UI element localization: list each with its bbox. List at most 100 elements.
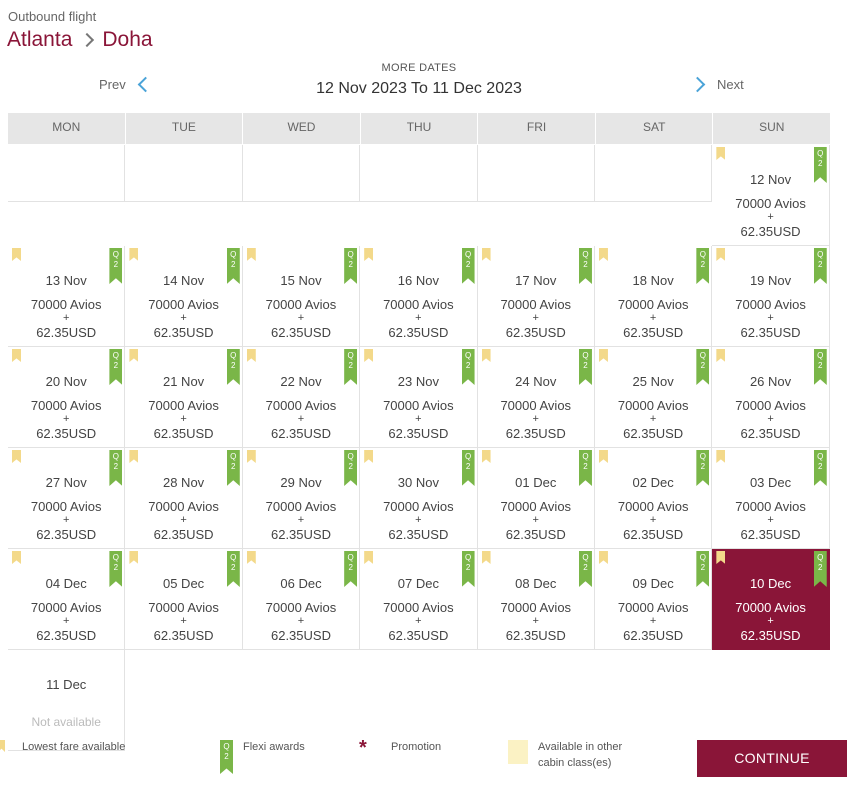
calendar-day-cell[interactable]: 15 Nov Q 2 70000 Avios +62.35USD (242, 246, 361, 347)
day-date: 04 Dec (45, 576, 87, 591)
day-date: 19 Nov (749, 273, 792, 288)
lowest-fare-icon (716, 450, 726, 463)
calendar-day-cell[interactable]: 19 Nov Q 2 70000 Avios +62.35USD (712, 246, 830, 347)
fare-plus: + (415, 413, 422, 425)
fare-plus: + (297, 312, 305, 324)
lowest-fare-icon (129, 551, 139, 564)
lowest-fare-icon (12, 450, 21, 463)
next-label: Next (717, 77, 744, 92)
calendar-day-cell[interactable]: 26 Nov Q 2 70000 Avios +62.35USD (712, 347, 830, 448)
fare-avios: 70000 Avios (30, 499, 102, 514)
day-date: 25 Nov (632, 374, 674, 389)
fare-usd: 62.35USD (153, 325, 214, 340)
flight-direction-label: Outbound flight (8, 9, 97, 24)
calendar-day-cell[interactable]: 13 Nov Q 2 70000 Avios +62.35USD (8, 246, 126, 347)
legend-flexi-label: Flexi awards (243, 741, 305, 753)
day-date: 08 Dec (515, 576, 557, 591)
fare-avios: 70000 Avios (265, 297, 337, 312)
chevron-right-icon (689, 76, 706, 93)
day-date: 13 Nov (45, 273, 87, 288)
fare-usd: 62.35USD (740, 224, 801, 239)
lowest-fare-icon (598, 248, 608, 261)
fare-usd: 62.35USD (36, 426, 97, 441)
lowest-fare-icon (246, 349, 256, 362)
fare-plus: + (180, 615, 187, 627)
lowest-fare-icon (246, 248, 256, 261)
weekday-tue: TUE (126, 113, 244, 144)
fare-usd: 62.35USD (505, 325, 566, 340)
fare-usd: 62.35USD (270, 325, 331, 340)
lowest-fare-icon (129, 450, 139, 463)
weekday-wed: WED (243, 113, 361, 144)
lowest-fare-icon (716, 349, 726, 362)
day-date: 14 Nov (162, 273, 205, 288)
calendar-day-cell[interactable]: 16 Nov Q 2 70000 Avios +62.35USD (360, 246, 478, 347)
fare-avios: 70000 Avios (500, 297, 572, 312)
fare-avios: 70000 Avios (500, 600, 572, 615)
calendar-day-cell[interactable]: 01 Dec Q 2 70000 Avios +62.35USD (477, 448, 595, 549)
fare-usd: 62.35USD (623, 325, 684, 340)
calendar-day-cell[interactable]: 03 Dec Q 2 70000 Avios +62.35USD (712, 448, 830, 549)
fare-plus: + (767, 312, 774, 324)
calendar-day-cell[interactable]: 04 Dec Q 2 70000 Avios +62.35USD (8, 549, 126, 650)
day-date: 29 Nov (280, 475, 322, 490)
fare-avios: 70000 Avios (617, 297, 689, 312)
fare-plus: + (649, 413, 657, 425)
route-title: Atlanta Doha (7, 28, 153, 52)
calendar-day-cell[interactable]: 24 Nov Q 2 70000 Avios +62.35USD (477, 347, 595, 448)
fare-usd: 62.35USD (623, 527, 684, 542)
calendar-day-cell[interactable]: 06 Dec Q 2 70000 Avios +62.35USD (242, 549, 361, 650)
fare-usd: 62.35USD (388, 426, 449, 441)
calendar-day-cell[interactable]: 12 Nov Q 2 70000 Avios +62.35USD (712, 145, 830, 246)
calendar-day-cell[interactable]: 25 Nov Q 2 70000 Avios +62.35USD (594, 347, 713, 448)
day-date: 05 Dec (162, 576, 205, 591)
fare-usd: 62.35USD (270, 628, 331, 643)
fare-plus: + (649, 312, 657, 324)
calendar-day-cell[interactable]: 21 Nov Q 2 70000 Avios +62.35USD (125, 347, 243, 448)
calendar-day-cell[interactable]: 02 Dec Q 2 70000 Avios +62.35USD (594, 448, 713, 549)
calendar-day-cell[interactable]: 28 Nov Q 2 70000 Avios +62.35USD (125, 448, 243, 549)
lowest-fare-icon (129, 248, 139, 261)
lowest-fare-icon (364, 450, 374, 463)
calendar-day-cell[interactable]: 14 Nov Q 2 70000 Avios +62.35USD (125, 246, 243, 347)
fare-usd: 62.35USD (623, 426, 684, 441)
day-date: 03 Dec (749, 475, 792, 490)
fare-avios: 70000 Avios (148, 398, 219, 413)
legend-cabin-line1: Available in other (538, 741, 623, 753)
lowest-fare-icon (129, 349, 139, 362)
calendar-day-cell[interactable]: 08 Dec Q 2 70000 Avios +62.35USD (477, 549, 595, 650)
calendar-day-cell[interactable]: 27 Nov Q 2 70000 Avios +62.35USD (8, 448, 126, 549)
fare-plus: + (532, 514, 539, 526)
calendar-day-cell[interactable]: 23 Nov Q 2 70000 Avios +62.35USD (360, 347, 478, 448)
calendar-day-cell[interactable]: 22 Nov Q 2 70000 Avios +62.35USD (242, 347, 361, 448)
lowest-fare-icon (598, 450, 608, 463)
calendar-day-cell[interactable]: 30 Nov Q 2 70000 Avios +62.35USD (360, 448, 478, 549)
calendar-day-cell[interactable]: 10 Dec Q 2 70000 Avios +62.35USD (712, 549, 830, 650)
fare-plus: + (415, 615, 422, 627)
day-date: 12 Nov (749, 172, 792, 187)
calendar-blank-cell (594, 650, 713, 751)
calendar-empty-cell (360, 145, 478, 202)
continue-button[interactable]: CONTINUE (697, 740, 847, 777)
calendar-day-cell[interactable]: 05 Dec Q 2 70000 Avios +62.35USD (125, 549, 243, 650)
calendar-day-cell[interactable]: 20 Nov Q 2 70000 Avios +62.35USD (8, 347, 126, 448)
calendar-day-cell[interactable]: 09 Dec Q 2 70000 Avios +62.35USD (594, 549, 713, 650)
fare-avios: 70000 Avios (383, 398, 454, 413)
fare-avios: 70000 Avios (500, 499, 572, 514)
next-button[interactable]: Next (689, 76, 744, 93)
calendar-blank-cell (242, 650, 361, 751)
fare-plus: + (649, 514, 657, 526)
other-cabin-icon (508, 740, 528, 764)
fare-plus: + (180, 413, 187, 425)
lowest-fare-icon (246, 450, 256, 463)
calendar-day-cell[interactable]: 29 Nov Q 2 70000 Avios +62.35USD (242, 448, 361, 549)
fare-plus: + (62, 514, 70, 526)
fare-usd: 62.35USD (153, 426, 214, 441)
calendar-day-cell[interactable]: 07 Dec Q 2 70000 Avios +62.35USD (360, 549, 478, 650)
calendar-day-cell[interactable]: 18 Nov Q 2 70000 Avios +62.35USD (594, 246, 713, 347)
calendar-day-cell[interactable]: 17 Nov Q 2 70000 Avios +62.35USD (477, 246, 595, 347)
calendar-blank-cell (360, 650, 478, 751)
fare-plus: + (297, 413, 305, 425)
fare-plus: + (297, 514, 305, 526)
calendar-empty-cell (8, 145, 126, 202)
